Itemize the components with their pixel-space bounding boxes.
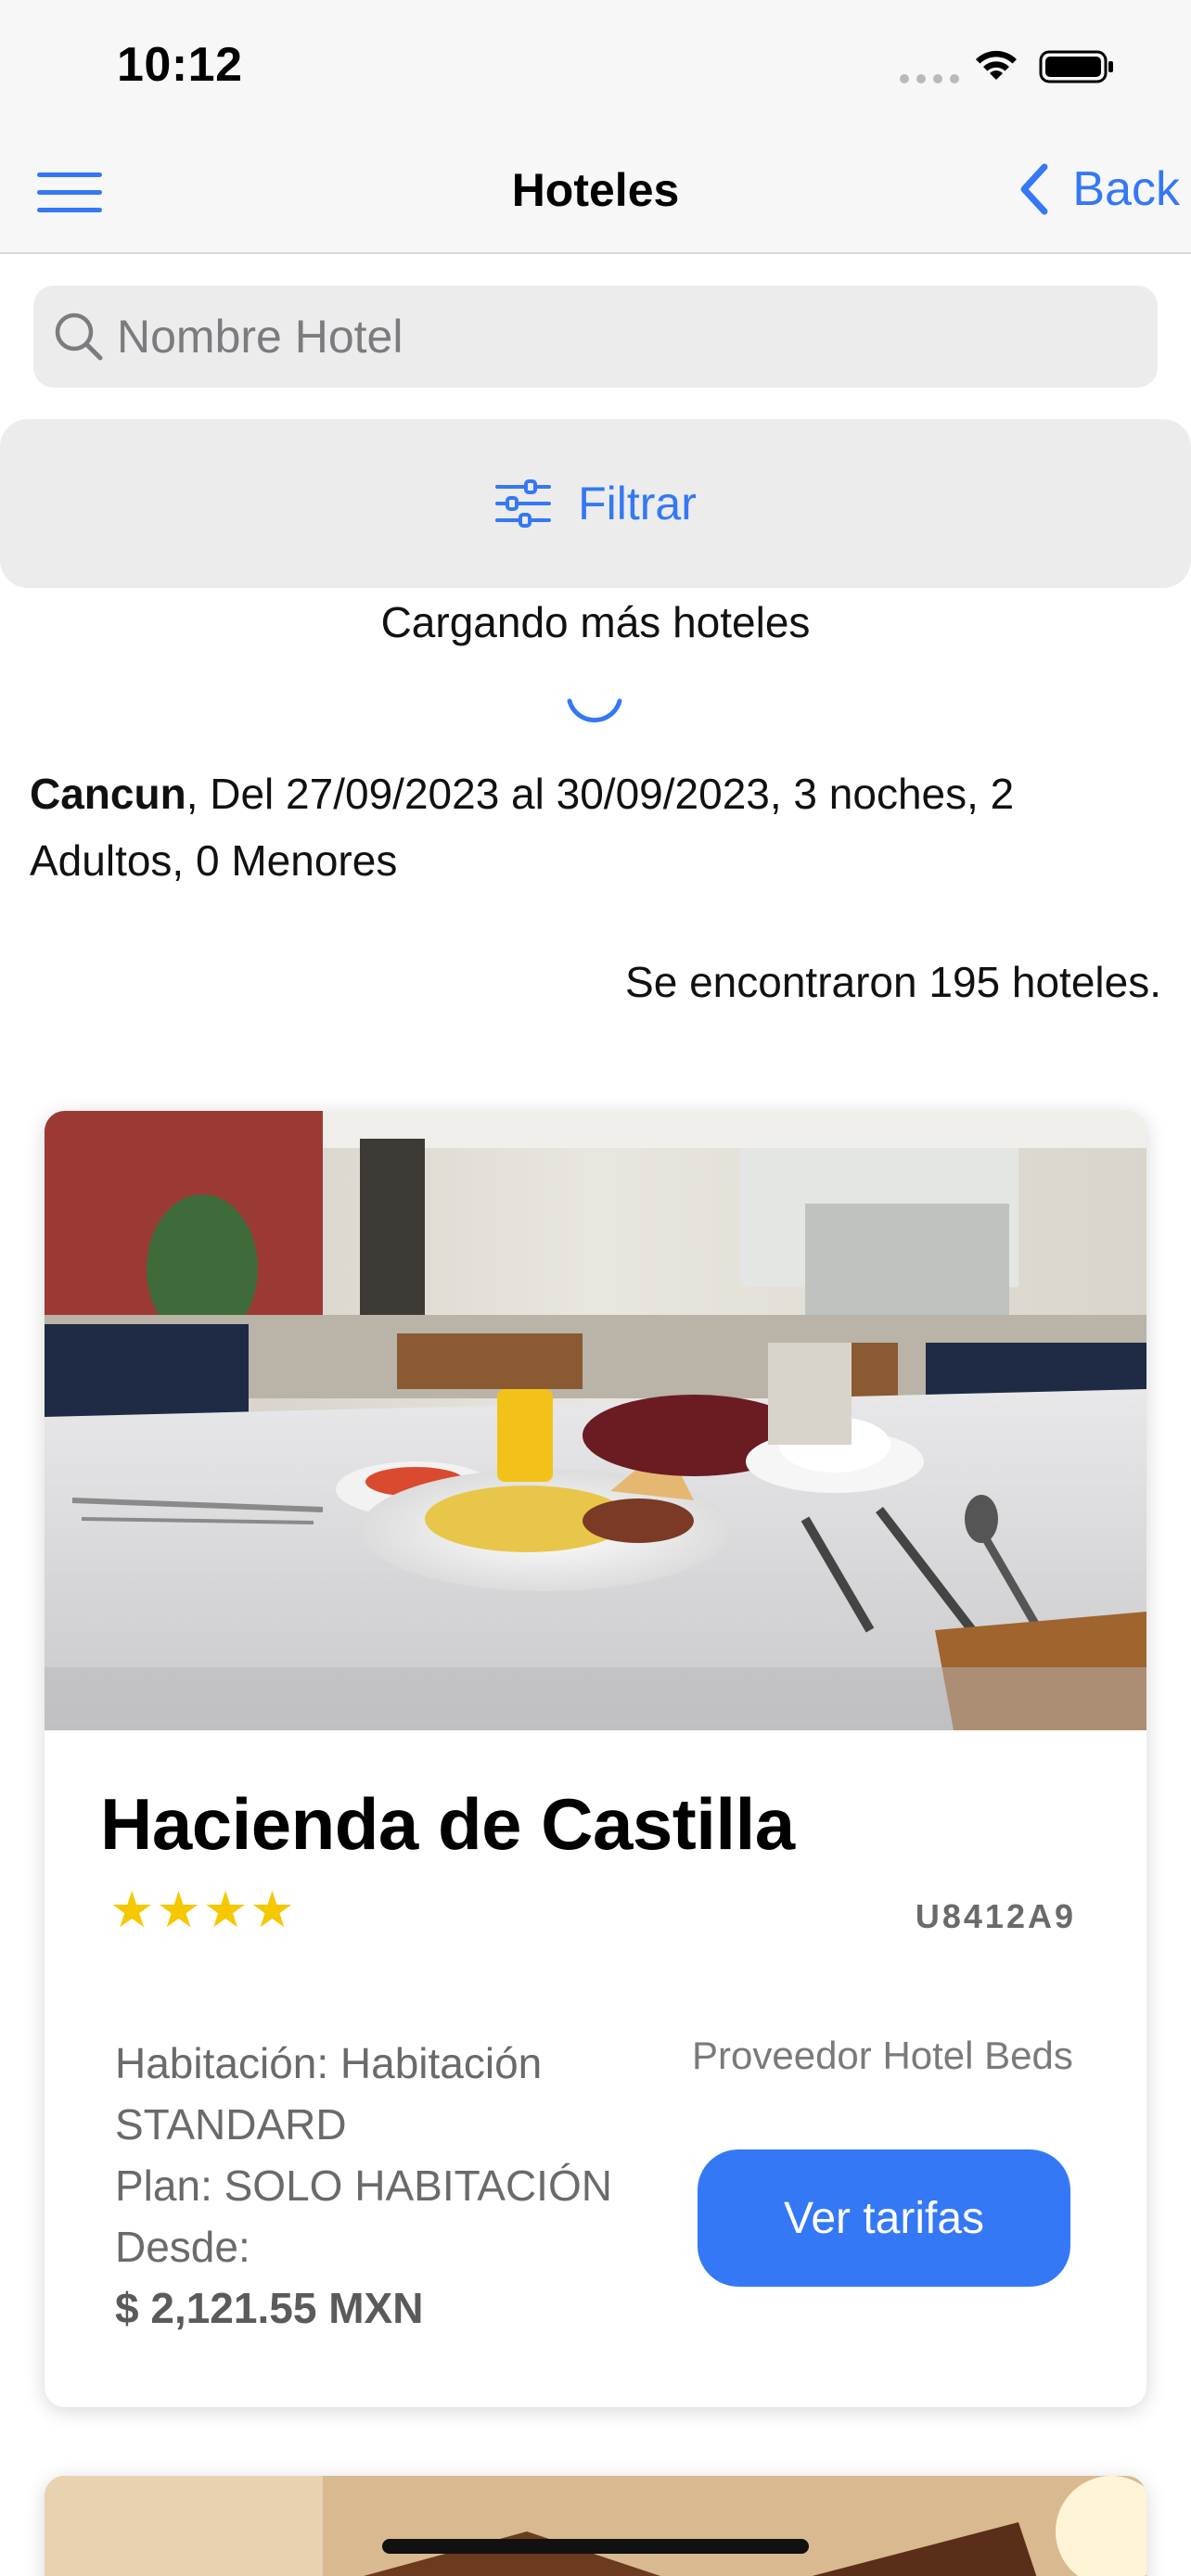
battery-icon [1039,50,1113,83]
filter-button[interactable]: Filtrar [0,419,1191,588]
hotel-name: Hacienda de Castilla [100,1783,795,1865]
cellular-signal-icon [900,74,959,83]
provider-label: Proveedor Hotel Beds [692,2034,1073,2077]
meal-plan: Plan: SOLO HABITACIÓN [115,2162,612,2210]
view-rates-button[interactable]: Ver tarifas [698,2149,1070,2287]
hotel-name-search-input[interactable] [117,310,1119,363]
status-time: 10:12 [117,38,243,92]
star-rating-icon: ★★★★ [109,1882,297,1938]
hotel-photo [45,1111,1146,1730]
status-bar: 10:12 [0,0,1191,130]
room-type: Habitación: Habitación STANDARD [115,2039,543,2149]
page-title: Hoteles [511,164,680,216]
navigation-bar: Hoteles Back [0,130,1191,254]
home-indicator[interactable] [382,2539,809,2554]
back-button[interactable]: Back [1018,161,1180,217]
loading-spinner-icon [567,698,622,723]
filter-button-label: Filtrar [578,478,697,529]
next-hotel-photo [45,2476,1146,2576]
wifi-icon [976,50,1017,80]
price-from-label: Desde: [115,2223,250,2271]
next-hotel-card[interactable] [45,2476,1146,2576]
room-details: Habitación: Habitación STANDARD Plan: SO… [115,2033,634,2339]
search-bar[interactable] [33,286,1158,388]
hotel-list-screen: 10:12 Hoteles Back Nombre Hotel Filtrar … [0,0,1191,2576]
price: $ 2,121.55 MXN [115,2284,424,2332]
back-button-label: Back [1072,162,1180,216]
search-summary: Cancun, Del 27/09/2023 al 30/09/2023, 3 … [30,760,1171,894]
chevron-left-icon [1020,163,1048,215]
hotel-code: U8412A9 [915,1897,1076,1935]
loading-more-text: Cargando más hoteles [380,598,811,646]
sliders-icon [495,479,552,528]
search-city: Cancun [30,770,186,818]
result-count: Se encontraron 195 hoteles. [625,958,1161,1006]
hotel-card[interactable]: Hacienda de Castilla ★★★★ U8412A9 Habita… [45,1111,1146,2407]
search-icon [55,312,103,361]
